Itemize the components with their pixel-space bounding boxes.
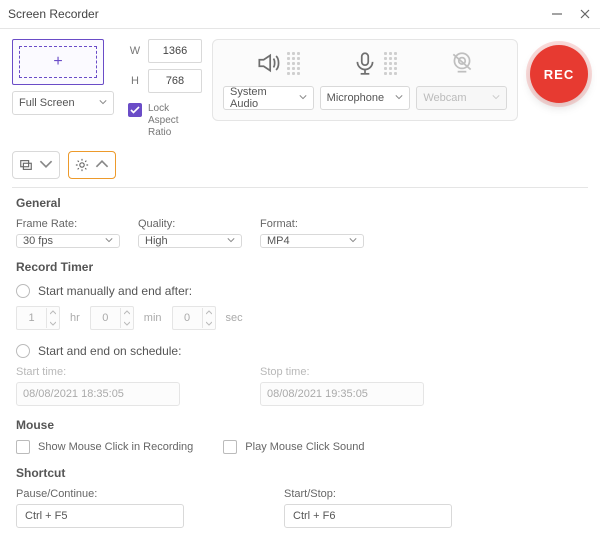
minutes-input[interactable] (91, 311, 120, 325)
height-input[interactable] (148, 69, 202, 93)
height-label: H (128, 75, 142, 87)
webcam-source-select[interactable]: Webcam (416, 86, 507, 110)
capture-mode-value: Full Screen (19, 97, 75, 109)
screenshot-tool-button[interactable] (12, 151, 60, 179)
hours-stepper[interactable] (16, 306, 60, 330)
quality-select[interactable]: High (138, 234, 242, 248)
chevron-down-icon (99, 97, 107, 109)
dimensions-block: W H Lock Aspect Ratio (128, 39, 202, 139)
frame-rate-field: Frame Rate: 30 fps (16, 218, 120, 248)
chevron-down-icon (299, 92, 307, 104)
start-time-field: Start time: 08/08/2021 18:35:05 (16, 366, 180, 406)
start-shortcut-label: Start/Stop: (284, 488, 452, 500)
capture-area-selector[interactable]: + (12, 39, 104, 85)
mic-source-value: Microphone (327, 92, 384, 104)
top-panel: + Full Screen W H Lock Aspect Ratio (0, 29, 600, 147)
webcam-source-value: Webcam (423, 92, 466, 104)
hours-unit: hr (70, 312, 80, 324)
audio-source-value: System Audio (230, 86, 295, 110)
manual-end-label: Start manually and end after: (38, 284, 192, 298)
manual-end-radio[interactable] (16, 284, 30, 298)
chevron-down-icon (39, 157, 53, 174)
close-button[interactable] (578, 7, 592, 21)
record-timer-section: Record Timer Start manually and end afte… (16, 260, 584, 406)
width-input[interactable] (148, 39, 202, 63)
record-button[interactable]: REC (530, 45, 588, 103)
mouse-title: Mouse (16, 418, 584, 432)
shortcut-title: Shortcut (16, 466, 584, 480)
seconds-input[interactable] (173, 311, 202, 325)
stop-time-input[interactable]: 08/08/2021 19:35:05 (260, 382, 424, 406)
stop-time-label: Stop time: (260, 366, 424, 378)
frame-rate-label: Frame Rate: (16, 218, 120, 230)
start-time-label: Start time: (16, 366, 180, 378)
chevron-down-icon (105, 235, 113, 247)
quality-field: Quality: High (138, 218, 242, 248)
chevron-down-icon (395, 92, 403, 104)
window-title: Screen Recorder (8, 7, 99, 21)
stop-time-field: Stop time: 08/08/2021 19:35:05 (260, 366, 424, 406)
minutes-unit: min (144, 312, 162, 324)
minimize-button[interactable] (550, 7, 564, 21)
width-label: W (128, 45, 142, 57)
minutes-stepper[interactable] (90, 306, 134, 330)
speaker-icon[interactable] (255, 50, 300, 76)
mouse-section: Mouse Show Mouse Click in Recording Play… (16, 418, 584, 454)
capture-mode-select[interactable]: Full Screen (12, 91, 114, 115)
schedule-label: Start and end on schedule: (38, 344, 181, 358)
record-timer-title: Record Timer (16, 260, 584, 274)
source-icons-row (223, 48, 507, 78)
start-shortcut-field: Start/Stop: Ctrl + F6 (284, 488, 452, 528)
general-section: General Frame Rate: 30 fps Quality: High… (16, 196, 584, 248)
format-value: MP4 (267, 235, 290, 247)
general-title: General (16, 196, 584, 210)
quality-label: Quality: (138, 218, 242, 230)
show-click-label: Show Mouse Click in Recording (38, 441, 193, 453)
webcam-icon[interactable] (449, 50, 475, 76)
format-label: Format: (260, 218, 364, 230)
settings-tool-button[interactable] (68, 151, 116, 179)
play-sound-label: Play Mouse Click Sound (245, 441, 364, 453)
frame-rate-select[interactable]: 30 fps (16, 234, 120, 248)
lock-aspect-checkbox[interactable] (128, 103, 142, 117)
seconds-unit: sec (226, 312, 243, 324)
pause-shortcut-input[interactable]: Ctrl + F5 (16, 504, 184, 528)
start-shortcut-input[interactable]: Ctrl + F6 (284, 504, 452, 528)
sources-panel: System Audio Microphone Webcam (212, 39, 518, 121)
chevron-down-icon (492, 92, 500, 104)
audio-source-select[interactable]: System Audio (223, 86, 314, 110)
play-sound-checkbox[interactable] (223, 440, 237, 454)
start-time-input[interactable]: 08/08/2021 18:35:05 (16, 382, 180, 406)
lock-aspect-label: Lock Aspect Ratio (148, 103, 200, 139)
mic-source-select[interactable]: Microphone (320, 86, 411, 110)
pause-shortcut-field: Pause/Continue: Ctrl + F5 (16, 488, 184, 528)
chevron-down-icon (349, 235, 357, 247)
capture-area-column: + Full Screen (12, 39, 114, 115)
pause-shortcut-label: Pause/Continue: (16, 488, 184, 500)
quality-value: High (145, 235, 168, 247)
chevron-down-icon (227, 235, 235, 247)
source-selects-row: System Audio Microphone Webcam (223, 86, 507, 110)
title-bar: Screen Recorder (0, 0, 600, 29)
settings-panel: General Frame Rate: 30 fps Quality: High… (0, 188, 600, 528)
shortcut-section: Shortcut Pause/Continue: Ctrl + F5 Start… (16, 466, 584, 528)
window-buttons (550, 7, 592, 21)
microphone-icon[interactable] (352, 50, 397, 76)
hours-input[interactable] (17, 311, 46, 325)
seconds-stepper[interactable] (172, 306, 216, 330)
schedule-radio[interactable] (16, 344, 30, 358)
frame-rate-value: 30 fps (23, 235, 53, 247)
plus-icon: + (53, 54, 62, 70)
chevron-up-icon (95, 157, 109, 174)
toolbar (0, 147, 600, 187)
format-select[interactable]: MP4 (260, 234, 364, 248)
show-click-checkbox[interactable] (16, 440, 30, 454)
format-field: Format: MP4 (260, 218, 364, 248)
record-label: REC (544, 67, 574, 82)
